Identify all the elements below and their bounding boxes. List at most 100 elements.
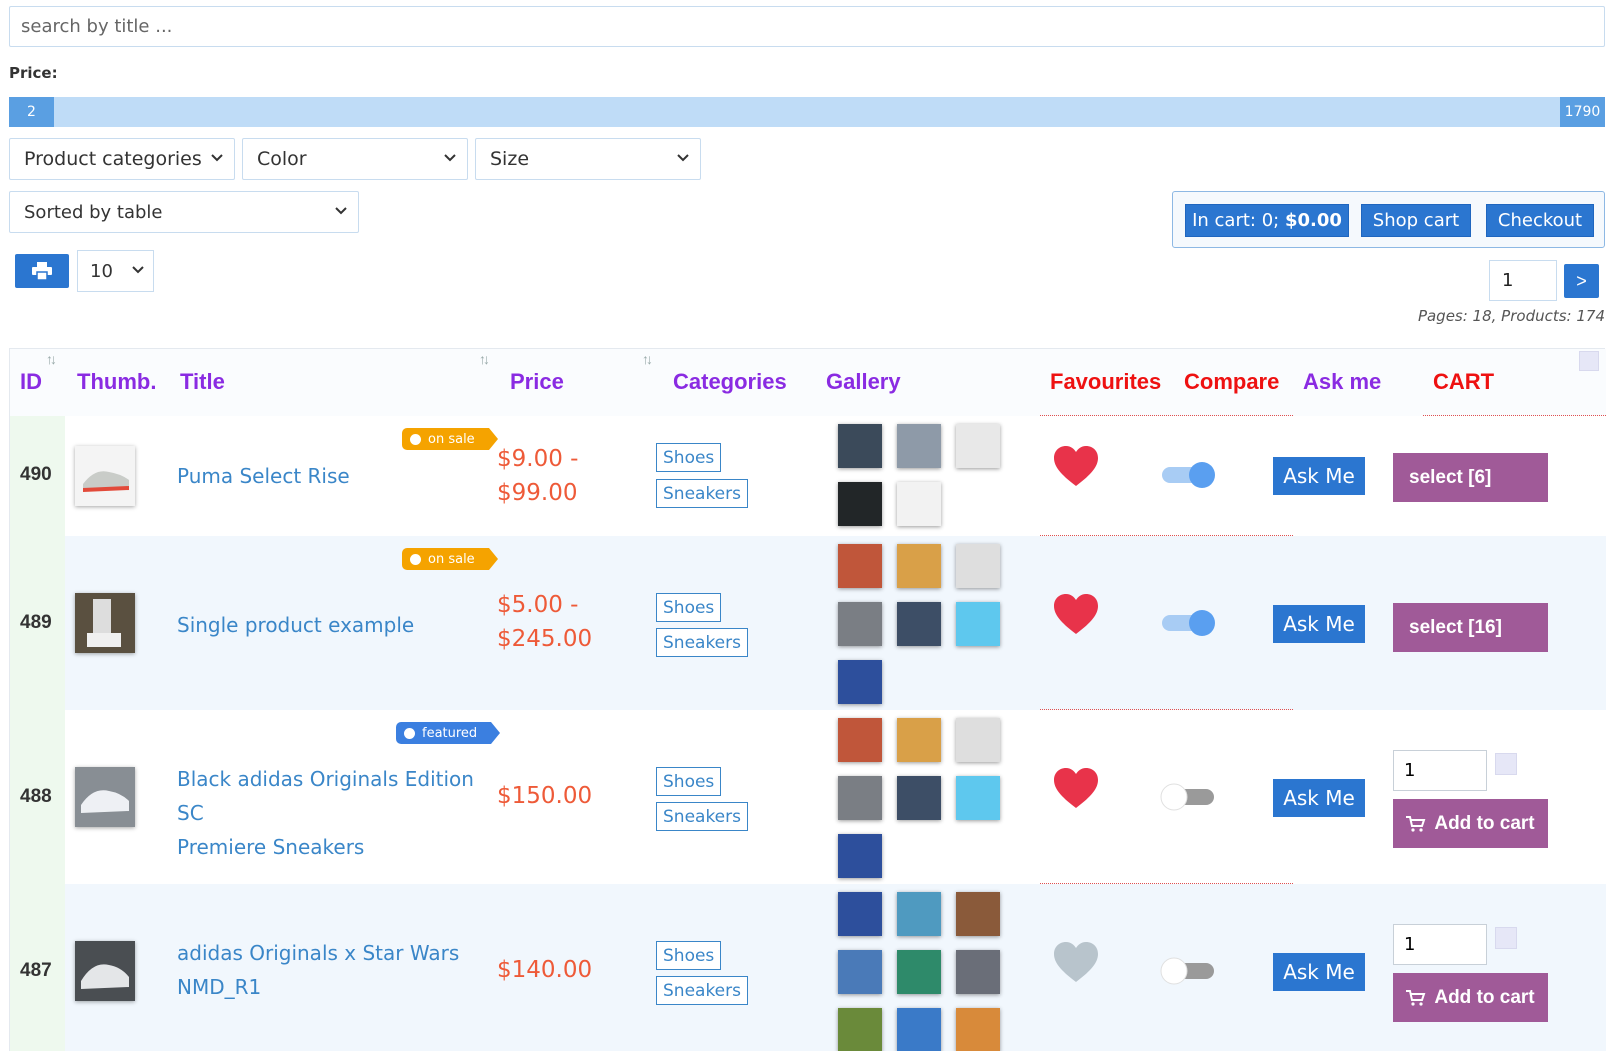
search-input[interactable]: [9, 6, 1605, 47]
gallery-image[interactable]: [897, 950, 941, 994]
gallery-image[interactable]: [956, 1008, 1000, 1051]
product-thumbnail[interactable]: [75, 593, 135, 653]
category-tag-shoes[interactable]: Shoes: [656, 941, 722, 970]
printer-icon: [32, 262, 52, 280]
in-cart-button[interactable]: In cart: 0; $0.00: [1185, 204, 1349, 237]
product-categories-select[interactable]: Product categories: [9, 138, 235, 180]
select-options-button[interactable]: select [16]: [1393, 603, 1548, 652]
header-price[interactable]: Price: [510, 369, 564, 395]
product-price: $5.00 - $245.00: [497, 588, 592, 656]
gallery-image[interactable]: [838, 424, 882, 468]
sort-arrows-icon[interactable]: ↑↓: [642, 351, 653, 367]
sort-select[interactable]: Sorted by table: [9, 191, 359, 233]
chevron-down-icon: [444, 154, 456, 162]
heart-icon[interactable]: [1054, 594, 1098, 636]
ask-me-button[interactable]: Ask Me: [1273, 953, 1365, 991]
checkout-button[interactable]: Checkout: [1486, 204, 1594, 237]
gallery-image[interactable]: [897, 776, 941, 820]
compare-toggle[interactable]: [1160, 461, 1216, 489]
gallery-image[interactable]: [897, 602, 941, 646]
gallery-image[interactable]: [956, 718, 1000, 762]
gallery-image[interactable]: [956, 950, 1000, 994]
gallery-image[interactable]: [897, 424, 941, 468]
gallery-image[interactable]: [897, 718, 941, 762]
product-title-link[interactable]: Single product example: [177, 608, 487, 642]
gallery-image[interactable]: [838, 1008, 882, 1051]
shop-cart-button[interactable]: Shop cart: [1361, 204, 1471, 237]
product-title-link[interactable]: Black adidas Originals Edition SC Premie…: [177, 762, 487, 864]
print-button[interactable]: [15, 254, 69, 288]
gallery-image[interactable]: [838, 950, 882, 994]
product-thumbnail[interactable]: [75, 446, 135, 506]
ask-me-button[interactable]: Ask Me: [1273, 457, 1365, 495]
heart-icon[interactable]: [1054, 768, 1098, 810]
compare-toggle[interactable]: [1160, 609, 1216, 637]
ask-me-button[interactable]: Ask Me: [1273, 779, 1365, 817]
product-title-link[interactable]: adidas Originals x Star Wars NMD_R1: [177, 936, 487, 1004]
gallery-image[interactable]: [956, 602, 1000, 646]
gallery-image[interactable]: [897, 1008, 941, 1051]
category-tag-sneakers[interactable]: Sneakers: [656, 802, 748, 831]
sort-arrows-icon[interactable]: ↑↓: [46, 351, 57, 367]
gallery-image[interactable]: [838, 602, 882, 646]
heart-icon[interactable]: [1054, 446, 1098, 488]
select-options-button[interactable]: select [6]: [1393, 453, 1548, 502]
price-min-handle[interactable]: 2: [9, 97, 54, 127]
product-id: 487: [20, 960, 52, 981]
category-tag-sneakers[interactable]: Sneakers: [656, 976, 748, 1005]
header-id[interactable]: ID: [20, 369, 42, 395]
quantity-input[interactable]: [1393, 924, 1487, 965]
gallery-image[interactable]: [897, 892, 941, 936]
gallery-image[interactable]: [838, 834, 882, 878]
gallery-image[interactable]: [838, 544, 882, 588]
ask-me-button[interactable]: Ask Me: [1273, 605, 1365, 643]
product-thumbnail[interactable]: [75, 767, 135, 827]
product-title-link[interactable]: Puma Select Rise: [177, 459, 487, 493]
in-cart-label: In cart: 0;: [1192, 210, 1280, 231]
category-tag-shoes[interactable]: Shoes: [656, 767, 722, 796]
gallery-image[interactable]: [956, 892, 1000, 936]
add-to-cart-button[interactable]: Add to cart: [1393, 973, 1548, 1022]
price-range-slider[interactable]: 2 1790: [9, 97, 1605, 127]
category-tag-shoes[interactable]: Shoes: [656, 593, 722, 622]
gallery-image[interactable]: [956, 424, 1000, 468]
add-to-cart-label: Add to cart: [1434, 986, 1535, 1008]
compare-toggle[interactable]: [1160, 957, 1216, 985]
color-select[interactable]: Color: [242, 138, 468, 180]
gallery-image[interactable]: [838, 660, 882, 704]
category-tag-shoes[interactable]: Shoes: [656, 443, 722, 472]
gallery-image[interactable]: [897, 544, 941, 588]
gallery-image[interactable]: [956, 544, 1000, 588]
chevron-down-icon: [677, 154, 689, 162]
product-checkbox[interactable]: [1495, 927, 1517, 949]
gallery-image[interactable]: [838, 718, 882, 762]
per-page-select[interactable]: 10: [77, 250, 154, 292]
gallery-image[interactable]: [838, 892, 882, 936]
gallery-image[interactable]: [956, 776, 1000, 820]
price-line: $5.00 -: [497, 592, 579, 618]
category-tag-sneakers[interactable]: Sneakers: [656, 479, 748, 508]
header-categories: Categories: [673, 369, 787, 394]
heart-icon[interactable]: [1054, 942, 1098, 984]
sort-arrows-icon[interactable]: ↑↓: [479, 351, 490, 367]
title-line: Premiere Sneakers: [177, 835, 365, 859]
product-checkbox[interactable]: [1495, 753, 1517, 775]
compare-toggle[interactable]: [1160, 783, 1216, 811]
gallery-image[interactable]: [897, 482, 941, 526]
gallery-image[interactable]: [838, 482, 882, 526]
gallery-image[interactable]: [838, 776, 882, 820]
category-tag-sneakers[interactable]: Sneakers: [656, 628, 748, 657]
add-to-cart-label: Add to cart: [1434, 812, 1535, 834]
header-title[interactable]: Title: [180, 369, 225, 395]
add-to-cart-button[interactable]: Add to cart: [1393, 799, 1548, 848]
next-page-button[interactable]: >: [1564, 264, 1599, 298]
chevron-down-icon: [132, 266, 144, 274]
sneaker-image: [75, 941, 135, 1001]
price-max-handle[interactable]: 1790: [1560, 97, 1605, 127]
page-number-input[interactable]: [1489, 260, 1557, 301]
size-select[interactable]: Size: [475, 138, 701, 180]
quantity-input[interactable]: [1393, 750, 1487, 791]
select-all-checkbox[interactable]: [1579, 351, 1599, 371]
product-thumbnail[interactable]: [75, 941, 135, 1001]
product-categories-select-value: Product categories: [24, 148, 202, 170]
